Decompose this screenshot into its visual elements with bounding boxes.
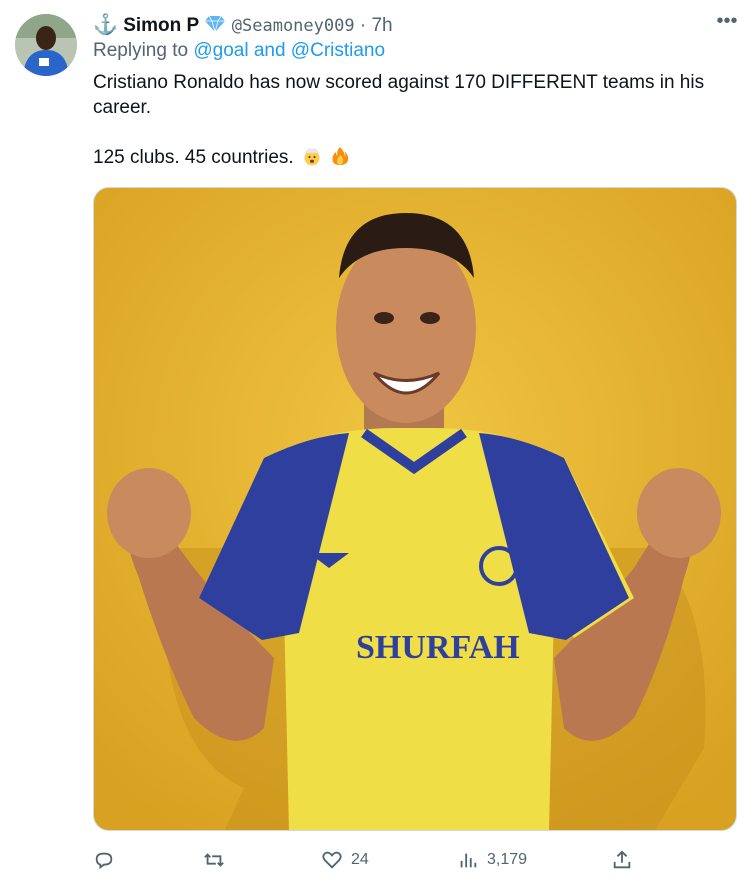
heart-icon	[322, 851, 342, 869]
avatar-image	[15, 14, 77, 76]
reply-prefix: Replying to	[93, 40, 189, 61]
tweet-header: ⚓ Simon P @Seamoney009 · 7h	[93, 12, 393, 39]
more-options-icon[interactable]: •••	[712, 10, 742, 36]
diamond-icon	[205, 15, 226, 33]
tweet-actions: 24 3,179	[93, 845, 633, 875]
share-icon	[613, 850, 631, 869]
share-button[interactable]	[611, 845, 633, 875]
jersey-sponsor: SHURFAH	[356, 629, 520, 666]
author-handle[interactable]: @Seamoney009	[232, 16, 355, 36]
views-chart-icon	[460, 853, 477, 868]
author-name[interactable]: Simon P	[123, 15, 199, 36]
timestamp[interactable]: 7h	[371, 15, 392, 36]
tweet-text-line: 125 clubs. 45 countries.	[93, 145, 723, 170]
exploding-head-icon	[304, 148, 320, 166]
separator-dot: ·	[359, 15, 367, 36]
like-count: 24	[351, 851, 369, 868]
tweet-media-photo[interactable]: SHURFAH	[93, 187, 737, 831]
like-button[interactable]: 24	[321, 845, 369, 875]
reply-icon	[95, 852, 113, 870]
reply-mentions[interactable]: @goal and @Cristiano	[193, 40, 385, 61]
tweet-text-line: Cristiano Ronaldo has now scored against…	[93, 72, 705, 118]
photo-icon: SHURFAH	[94, 188, 736, 830]
views-button[interactable]: 3,179	[457, 845, 527, 875]
tweet-text-fragment: 125 clubs. 45 countries.	[93, 147, 294, 168]
replying-to: Replying to @goal and @Cristiano	[93, 40, 385, 62]
retweet-icon	[204, 853, 224, 867]
retweet-button[interactable]	[203, 845, 225, 875]
avatar[interactable]	[15, 14, 77, 76]
tweet-text: Cristiano Ronaldo has now scored against…	[93, 70, 723, 170]
fire-icon	[332, 147, 349, 165]
view-count: 3,179	[487, 851, 528, 868]
reply-button[interactable]	[93, 845, 115, 875]
anchor-icon: ⚓	[93, 14, 118, 36]
